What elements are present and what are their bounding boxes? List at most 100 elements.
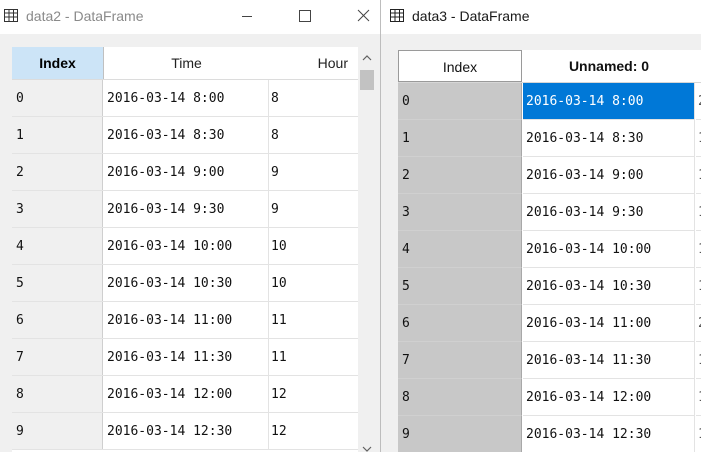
table-row[interactable]: 7 2016-03-14 11:30 11 [12, 339, 358, 376]
table-row[interactable]: 8 2016-03-14 12:00 1 [398, 379, 701, 416]
title-bar[interactable]: data3 - DataFrame [381, 0, 701, 34]
column-header-time[interactable]: Time [104, 47, 269, 79]
table-area: Index Time Hour 0 2016-03-14 8:00 8 1 20… [0, 34, 380, 452]
title-bar[interactable]: data2 - DataFrame [0, 0, 380, 34]
hour-cell[interactable]: 11 [270, 339, 358, 375]
row-index-cell[interactable]: 9 [398, 416, 522, 452]
partial-column-cell[interactable]: 1 [696, 157, 701, 194]
hour-cell[interactable]: 11 [270, 302, 358, 338]
column-header-index[interactable]: Index [12, 47, 104, 79]
time-cell[interactable]: 2016-03-14 8:30 [104, 117, 269, 153]
hour-cell[interactable]: 8 [270, 80, 358, 116]
time-cell[interactable]: 2016-03-14 12:30 [104, 413, 269, 449]
vertical-scrollbar[interactable] [358, 47, 376, 452]
selected-cell[interactable]: 2016-03-14 8:00 [523, 83, 695, 120]
column-header-unnamed-0[interactable]: Unnamed: 0 [523, 50, 695, 82]
row-index-cell[interactable]: 6 [398, 305, 522, 342]
value-cell[interactable]: 2016-03-14 11:00 [523, 305, 695, 342]
table-row[interactable]: 2 2016-03-14 9:00 9 [12, 154, 358, 191]
table-row[interactable]: 5 2016-03-14 10:30 10 [12, 265, 358, 302]
row-index-cell[interactable]: 3 [398, 194, 522, 231]
table-row[interactable]: 7 2016-03-14 11:30 1 [398, 342, 701, 379]
column-header-hour[interactable]: Hour [270, 47, 358, 79]
maximize-button[interactable] [282, 0, 328, 34]
hour-cell[interactable]: 12 [270, 376, 358, 412]
data3-dataframe-window: data3 - DataFrame Index Unnamed: 0 0 201… [380, 0, 701, 452]
partial-column-cell[interactable]: 1 [696, 268, 701, 305]
hour-cell[interactable]: 10 [270, 228, 358, 264]
table-row[interactable]: 0 2016-03-14 8:00 8 [12, 80, 358, 117]
table-row[interactable]: 0 2016-03-14 8:00 2 [398, 83, 701, 120]
window-title: data3 - DataFrame [412, 8, 530, 24]
row-index-cell[interactable]: 0 [398, 83, 522, 120]
row-index-cell[interactable]: 2 [398, 157, 522, 194]
time-cell[interactable]: 2016-03-14 12:00 [104, 376, 269, 412]
table-row[interactable]: 3 2016-03-14 9:30 1 [398, 194, 701, 231]
time-cell[interactable]: 2016-03-14 11:30 [104, 339, 269, 375]
row-index-cell[interactable]: 7 [398, 342, 522, 379]
table-row[interactable]: 1 2016-03-14 8:30 1 [398, 120, 701, 157]
row-index-cell[interactable]: 8 [12, 376, 103, 412]
table-icon [390, 9, 404, 22]
row-index-cell[interactable]: 7 [12, 339, 103, 375]
scrollbar-thumb[interactable] [360, 70, 374, 90]
row-index-cell[interactable]: 5 [398, 268, 522, 305]
column-header-index[interactable]: Index [398, 50, 522, 82]
row-index-cell[interactable]: 4 [12, 228, 103, 264]
hour-cell[interactable]: 12 [270, 413, 358, 449]
partial-column-cell[interactable]: 1 [696, 120, 701, 157]
row-index-cell[interactable]: 9 [12, 413, 103, 449]
partial-column-cell[interactable]: 2 [696, 83, 701, 120]
time-cell[interactable]: 2016-03-14 9:00 [104, 154, 269, 190]
table-row[interactable]: 9 2016-03-14 12:30 1 [398, 416, 701, 452]
table-row[interactable]: 1 2016-03-14 8:30 8 [12, 117, 358, 154]
minimize-button[interactable] [224, 0, 270, 34]
close-icon [357, 9, 370, 22]
value-cell[interactable]: 2016-03-14 9:30 [523, 194, 695, 231]
row-index-cell[interactable]: 8 [398, 379, 522, 416]
value-cell[interactable]: 2016-03-14 12:00 [523, 379, 695, 416]
row-index-cell[interactable]: 6 [12, 302, 103, 338]
partial-column-cell[interactable]: 1 [696, 416, 701, 452]
close-button[interactable] [340, 0, 380, 34]
time-cell[interactable]: 2016-03-14 10:30 [104, 265, 269, 301]
scroll-up-arrow-icon [362, 55, 372, 61]
time-cell[interactable]: 2016-03-14 10:00 [104, 228, 269, 264]
value-cell[interactable]: 2016-03-14 10:30 [523, 268, 695, 305]
partial-column-cell[interactable]: 1 [696, 342, 701, 379]
value-cell[interactable]: 2016-03-14 11:30 [523, 342, 695, 379]
hour-cell[interactable]: 8 [270, 117, 358, 153]
value-cell[interactable]: 2016-03-14 9:00 [523, 157, 695, 194]
hour-cell[interactable]: 10 [270, 265, 358, 301]
partial-column-cell[interactable]: 2 [696, 305, 701, 342]
value-cell[interactable]: 2016-03-14 10:00 [523, 231, 695, 268]
hour-cell[interactable]: 9 [270, 191, 358, 227]
scroll-down-arrow-icon [362, 446, 372, 452]
table-row[interactable]: 5 2016-03-14 10:30 1 [398, 268, 701, 305]
row-index-cell[interactable]: 3 [12, 191, 103, 227]
time-cell[interactable]: 2016-03-14 8:00 [104, 80, 269, 116]
value-cell[interactable]: 2016-03-14 12:30 [523, 416, 695, 452]
table-row[interactable]: 2 2016-03-14 9:00 1 [398, 157, 701, 194]
row-index-cell[interactable]: 5 [12, 265, 103, 301]
table-row[interactable]: 6 2016-03-14 11:00 11 [12, 302, 358, 339]
partial-column-cell[interactable]: 1 [696, 194, 701, 231]
time-cell[interactable]: 2016-03-14 11:00 [104, 302, 269, 338]
row-index-cell[interactable]: 0 [12, 80, 103, 116]
row-index-cell[interactable]: 2 [12, 154, 103, 190]
hour-cell[interactable]: 9 [270, 154, 358, 190]
row-index-cell[interactable]: 4 [398, 231, 522, 268]
row-index-cell[interactable]: 1 [12, 117, 103, 153]
maximize-icon [299, 10, 311, 22]
row-index-cell[interactable]: 1 [398, 120, 522, 157]
time-cell[interactable]: 2016-03-14 9:30 [104, 191, 269, 227]
partial-column-cell[interactable]: 1 [696, 379, 701, 416]
table-row[interactable]: 4 2016-03-14 10:00 1 [398, 231, 701, 268]
value-cell[interactable]: 2016-03-14 8:30 [523, 120, 695, 157]
table-row[interactable]: 8 2016-03-14 12:00 12 [12, 376, 358, 413]
partial-column-cell[interactable]: 1 [696, 231, 701, 268]
table-row[interactable]: 6 2016-03-14 11:00 2 [398, 305, 701, 342]
table-row[interactable]: 3 2016-03-14 9:30 9 [12, 191, 358, 228]
table-row[interactable]: 9 2016-03-14 12:30 12 [12, 413, 358, 450]
table-row[interactable]: 4 2016-03-14 10:00 10 [12, 228, 358, 265]
